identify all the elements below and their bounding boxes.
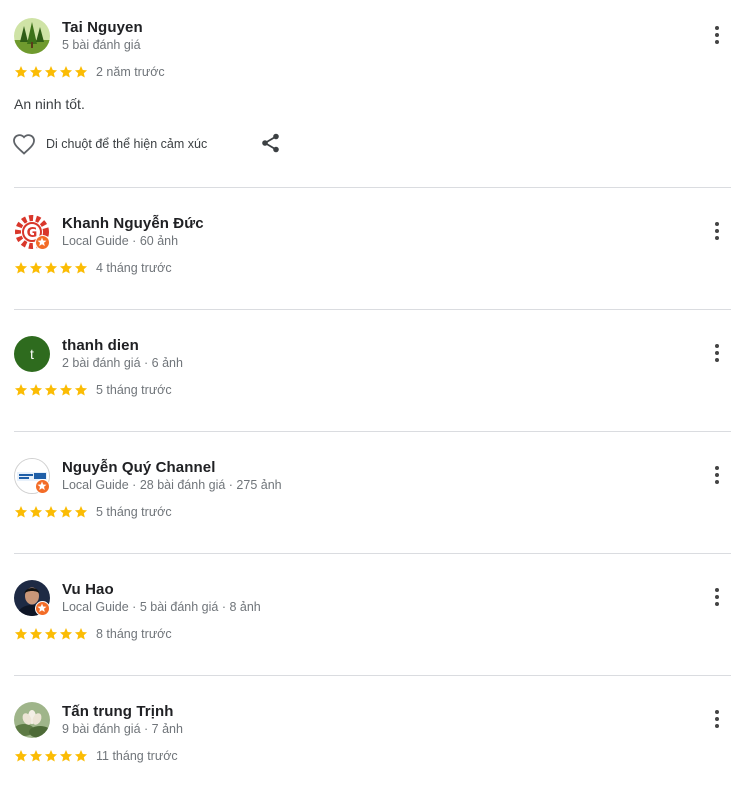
review-time: 11 tháng trước [96,749,178,763]
review-text: An ninh tốt. [14,96,85,112]
rating-stars [14,505,88,519]
local-guide-badge-icon [35,479,50,494]
star-icon [59,750,73,762]
star-icon [29,66,43,78]
local-guide-badge-icon [35,235,50,250]
star-icon [14,750,28,762]
divider [14,553,731,554]
review-time: 5 tháng trước [96,505,172,519]
reviewer-name[interactable]: Vu Hao [62,581,114,598]
avatar[interactable] [14,18,50,54]
star-icon [59,628,73,640]
star-icon [74,628,88,640]
heart-icon[interactable] [12,133,36,155]
rating-row: 4 tháng trước [14,260,172,276]
star-icon [44,750,58,762]
star-icon [59,66,73,78]
star-icon [29,262,43,274]
reviewer-meta[interactable]: 5 bài đánh giá [62,38,141,52]
star-icon [59,506,73,518]
review-time: 2 năm trước [96,65,165,79]
review-time: 4 tháng trước [96,261,172,275]
reviewer-meta[interactable]: Local Guide · 28 bài đánh giá · 275 ảnh [62,478,282,492]
more-options-icon[interactable] [705,463,729,487]
star-icon [29,506,43,518]
reviewer-name[interactable]: Tai Nguyen [62,19,143,36]
rating-stars [14,627,88,641]
local-guide-badge-icon [35,601,50,616]
reviewer-name[interactable]: thanh dien [62,337,139,354]
review-time: 8 tháng trước [96,627,172,641]
reviewer-name[interactable]: Tấn trung Trịnh [62,703,174,720]
star-icon [74,750,88,762]
reviewer-meta[interactable]: 9 bài đánh giá · 7 ảnh [62,722,183,736]
star-icon [59,384,73,396]
rating-row: 8 tháng trước [14,626,172,642]
star-icon [74,384,88,396]
star-icon [14,628,28,640]
rating-stars [14,261,88,275]
star-icon [14,384,28,396]
divider [14,675,731,676]
divider [14,431,731,432]
avatar-letter: t [30,346,34,362]
reviewer-meta[interactable]: Local Guide · 60 ảnh [62,234,178,248]
star-icon [44,506,58,518]
review-actions: Di chuột để thể hiện cảm xúc [12,132,279,156]
star-icon [74,506,88,518]
star-icon [44,66,58,78]
avatar[interactable] [14,702,50,738]
star-icon [44,628,58,640]
rating-stars [14,383,88,397]
star-icon [44,262,58,274]
share-icon[interactable] [260,132,282,154]
more-options-icon[interactable] [705,341,729,365]
rating-row: 2 năm trước [14,64,165,80]
star-icon [14,262,28,274]
star-icon [29,750,43,762]
divider [14,309,731,310]
rating-row: 11 tháng trước [14,748,178,764]
rating-stars [14,65,88,79]
star-icon [29,628,43,640]
star-icon [74,262,88,274]
rating-row: 5 tháng trước [14,504,172,520]
reaction-hint: Di chuột để thể hiện cảm xúc [46,137,208,151]
star-icon [29,384,43,396]
more-options-icon[interactable] [705,707,729,731]
star-icon [74,66,88,78]
rating-row: 5 tháng trước [14,382,172,398]
review-time: 5 tháng trước [96,383,172,397]
reviewer-name[interactable]: Nguyễn Quý Channel [62,459,216,476]
more-options-icon[interactable] [705,23,729,47]
star-icon [14,506,28,518]
star-icon [14,66,28,78]
rating-stars [14,749,88,763]
reviews-list: Tai Nguyen 5 bài đánh giá 2 năm trước An… [0,0,747,792]
reviewer-meta[interactable]: 2 bài đánh giá · 6 ảnh [62,356,183,370]
more-options-icon[interactable] [705,585,729,609]
divider [14,187,731,188]
more-options-icon[interactable] [705,219,729,243]
reviewer-meta[interactable]: Local Guide · 5 bài đánh giá · 8 ảnh [62,600,261,614]
avatar[interactable]: t [14,336,50,372]
star-icon [44,384,58,396]
reviewer-name[interactable]: Khanh Nguyễn Đức [62,215,204,232]
star-icon [59,262,73,274]
